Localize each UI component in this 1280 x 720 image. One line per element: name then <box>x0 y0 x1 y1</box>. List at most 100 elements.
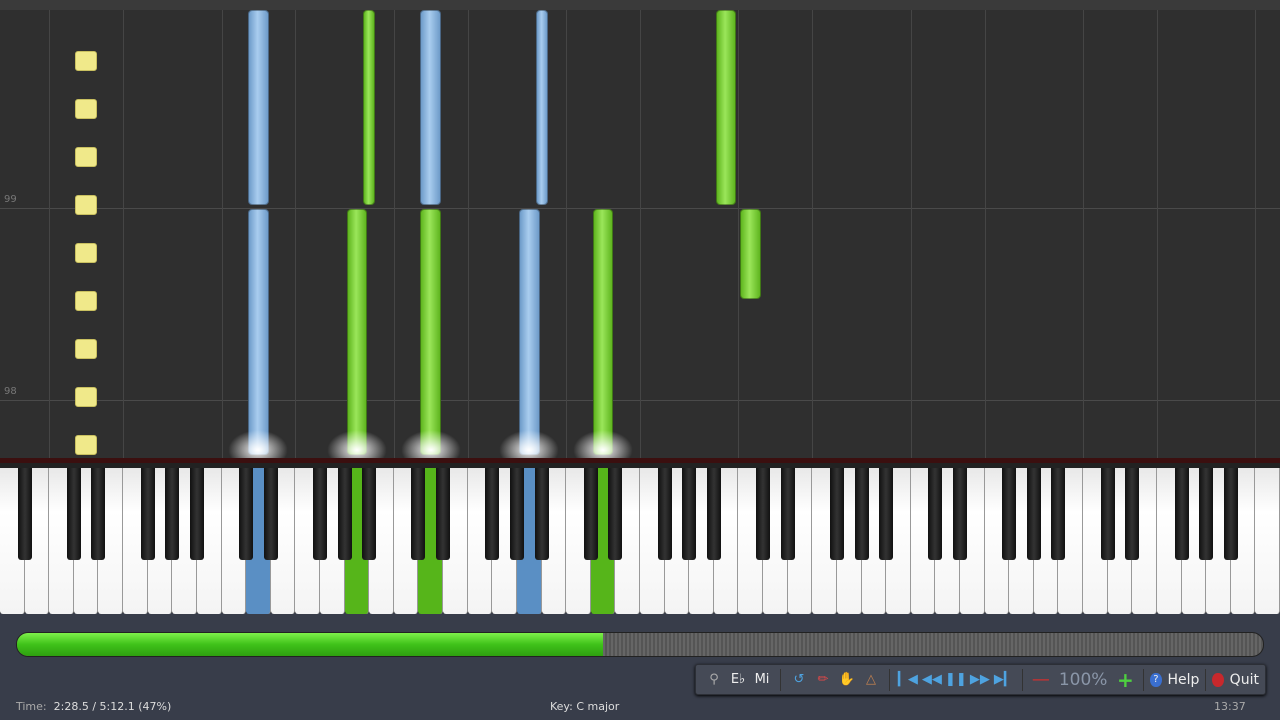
song-progress-bar[interactable] <box>16 632 1264 657</box>
quit-icon <box>1212 672 1224 687</box>
black-key[interactable] <box>583 468 598 560</box>
black-key[interactable] <box>1174 468 1189 560</box>
toolbar: ⚲ E♭ Mi ↺ ✏ ✋ △ ▎◀ ◀◀ ❚❚ ▶▶ ▶▎ — 100% + … <box>695 664 1266 695</box>
black-key[interactable] <box>509 468 524 560</box>
falling-note-right <box>346 209 368 455</box>
falling-note-right <box>740 209 762 300</box>
black-key[interactable] <box>1026 468 1041 560</box>
black-key[interactable] <box>1002 468 1017 560</box>
divider <box>1205 668 1207 691</box>
key-hit-glow <box>499 430 560 458</box>
black-key[interactable] <box>362 468 377 560</box>
falling-note-right <box>363 10 376 206</box>
black-key[interactable] <box>165 468 180 560</box>
note-roll: 99 98 <box>0 0 1280 458</box>
pencil-icon[interactable]: ✏ <box>811 668 835 692</box>
black-key[interactable] <box>756 468 771 560</box>
beat-marker <box>75 195 97 215</box>
zoom-out-icon[interactable]: — <box>1029 668 1053 692</box>
skip-start-icon[interactable]: ▎◀ <box>896 668 920 692</box>
quit-button[interactable]: Quit <box>1212 668 1259 692</box>
solfege-button[interactable]: Mi <box>750 668 774 692</box>
black-key[interactable] <box>485 468 500 560</box>
black-key[interactable] <box>534 468 549 560</box>
grid-line <box>295 10 297 458</box>
beat-marker <box>75 435 97 455</box>
grid-line <box>49 10 51 458</box>
black-key[interactable] <box>928 468 943 560</box>
quit-label: Quit <box>1229 671 1259 688</box>
black-key[interactable] <box>337 468 352 560</box>
beat-marker <box>75 339 97 359</box>
loop-icon[interactable]: ↺ <box>787 668 811 692</box>
time-value: 2:28.5 / 5:12.1 (47%) <box>53 700 172 713</box>
measure-number: 98 <box>4 386 17 397</box>
black-key[interactable] <box>879 468 894 560</box>
grid-line <box>984 10 986 458</box>
divider <box>1143 668 1145 691</box>
piano-keyboard[interactable] <box>0 458 1280 614</box>
note-names-flat-button[interactable]: E♭ <box>726 668 750 692</box>
falling-note-left <box>248 209 269 455</box>
help-button[interactable]: ? Help <box>1150 668 1199 692</box>
help-icon: ? <box>1150 672 1162 687</box>
zoom-level: 100% <box>1058 669 1108 690</box>
grid-line <box>1083 10 1085 458</box>
black-key[interactable] <box>608 468 623 560</box>
measure-number: 99 <box>4 194 17 205</box>
metronome-icon[interactable]: △ <box>859 668 883 692</box>
falling-note-right <box>715 10 737 206</box>
black-key[interactable] <box>66 468 81 560</box>
falling-note-left <box>535 10 548 206</box>
black-key[interactable] <box>91 468 106 560</box>
rewind-icon[interactable]: ◀◀ <box>920 668 944 692</box>
key-hit-glow <box>228 430 289 458</box>
grid-line <box>123 10 125 458</box>
skip-end-icon[interactable]: ▶▎ <box>992 668 1016 692</box>
grid-line <box>566 10 568 458</box>
pause-icon[interactable]: ❚❚ <box>944 668 968 692</box>
key-hit-glow <box>573 430 634 458</box>
black-key[interactable] <box>263 468 278 560</box>
grid-line <box>812 10 814 458</box>
fast-forward-icon[interactable]: ▶▶ <box>968 668 992 692</box>
black-key[interactable] <box>780 468 795 560</box>
black-key[interactable] <box>17 468 32 560</box>
black-key[interactable] <box>436 468 451 560</box>
black-key[interactable] <box>1051 468 1066 560</box>
white-key[interactable] <box>1255 468 1280 614</box>
magnifier-icon[interactable]: ⚲ <box>702 668 726 692</box>
clock: 13:37 <box>1214 700 1246 713</box>
black-key[interactable] <box>953 468 967 560</box>
falling-note-left <box>518 209 540 455</box>
beat-marker <box>75 51 97 71</box>
divider <box>780 668 781 691</box>
black-key[interactable] <box>1199 468 1214 560</box>
beat-marker <box>75 243 97 263</box>
key-hit-glow <box>400 430 461 458</box>
black-key[interactable] <box>706 468 721 560</box>
key-hit-glow <box>326 430 387 458</box>
progress-fill <box>17 633 603 656</box>
help-label: Help <box>1167 671 1200 688</box>
black-key[interactable] <box>140 468 155 560</box>
black-key[interactable] <box>189 468 204 560</box>
key-signature: Key: C major <box>550 700 620 713</box>
black-key[interactable] <box>411 468 426 560</box>
black-key[interactable] <box>239 468 254 560</box>
grid-line <box>738 10 740 458</box>
black-key[interactable] <box>313 468 327 560</box>
zoom-in-icon[interactable]: + <box>1113 668 1137 692</box>
black-key[interactable] <box>1100 468 1115 560</box>
grid-line <box>1255 10 1257 458</box>
grid-line <box>1156 10 1158 458</box>
hand-icon[interactable]: ✋ <box>835 668 859 692</box>
black-key[interactable] <box>682 468 697 560</box>
black-key[interactable] <box>1223 468 1238 560</box>
black-key[interactable] <box>657 468 672 560</box>
black-key[interactable] <box>1125 468 1140 560</box>
grid-line <box>910 10 912 458</box>
black-key[interactable] <box>854 468 869 560</box>
grid-line <box>221 10 223 458</box>
black-key[interactable] <box>829 468 844 560</box>
